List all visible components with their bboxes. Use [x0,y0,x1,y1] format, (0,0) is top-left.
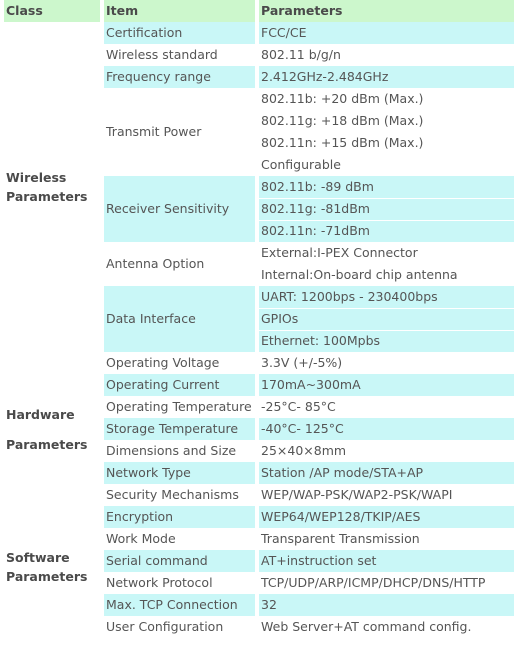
parameter-value: External:I-PEX Connector [261,245,418,260]
item-cell: Data Interface [104,286,255,352]
parameter-value: 32 [259,594,514,616]
item-cell: Certification [104,22,255,44]
parameter-value: Web Server+AT command config. [261,619,472,634]
parameter-value: 802.11n: -71dBm [259,220,514,242]
item-cell: Security Mechanisms [106,487,239,502]
table-header-row: Class Item Parameters [4,0,514,22]
parameter-cell: Station /AP mode/STA+AP [259,462,514,484]
parameter-cell: External:I-PEX Connector Internal:On-boar… [259,242,514,286]
item-cell: Receiver Sensitivity [104,176,255,242]
parameter-cell: Transparent Transmission [259,528,514,550]
parameter-value: Configurable [261,157,341,172]
class-label: Wireless Parameters [4,22,100,352]
parameter-value: TCP/UDP/ARP/ICMP/DHCP/DNS/HTTP [261,575,486,590]
item-cell: Network Type [104,462,255,484]
parameter-cell: 802.11 b/g/n [259,44,514,66]
parameter-value: -25°C- 85°C [261,399,336,414]
item-cell: Dimensions and Size [106,443,237,458]
parameter-cell: FCC/CE [259,22,514,44]
header-parameters: Parameters [259,0,514,22]
parameter-cell: 802.11b: +20 dBm (Max.) 802.11g: +18 dBm … [259,88,514,176]
item-cell: Operating Current [104,374,255,396]
table-body: Wireless Parameters Certification FCC/CE Wi… [4,22,514,638]
item-cell: User Configuration [106,619,224,634]
parameter-cell: WEP/WAP-PSK/WAP2-PSK/WAPI [259,484,514,506]
header-item: Item [104,0,255,22]
item-cell: Wireless standard [106,47,218,62]
table-row: Hardware Parameters Operating Voltage 3.3V… [4,352,514,462]
parameter-value: 3.3V (+/-5%) [261,355,343,370]
parameter-cell: 32 [259,594,514,616]
item-cell: Storage Temperature [104,418,255,440]
item-cell: Encryption [104,506,255,528]
parameter-value: 802.11b: +20 dBm (Max.) [261,91,424,106]
parameter-value: Internal:On-board chip antenna [261,267,458,282]
item-cell: Operating Voltage [106,355,220,370]
item-cell: Work Mode [106,531,176,546]
parameter-cell: 2.412GHz-2.484GHz [259,66,514,88]
parameter-cell: TCP/UDP/ARP/ICMP/DHCP/DNS/HTTP [259,572,514,594]
parameter-value: GPIOs [259,308,514,330]
parameter-cell: UART: 1200bps - 230400bps GPIOs Ethernet: … [259,286,514,352]
item-cell: Transmit Power [106,124,202,139]
parameter-cell: 3.3V (+/-5%) [259,352,514,374]
item-cell: Network Protocol [106,575,213,590]
class-label: Hardware Parameters [4,352,100,462]
parameter-cell: -25°C- 85°C [259,396,514,418]
parameter-cell: WEP64/WEP128/TKIP/AES [259,506,514,528]
parameter-value: 802.11n: +15 dBm (Max.) [261,135,424,150]
parameter-cell: 25×40×8mm [259,440,514,462]
item-cell: Frequency range [104,66,255,88]
class-label: Software Parameters [4,462,100,638]
parameter-value: AT+instruction set [259,550,514,572]
parameter-cell: AT+instruction set [259,550,514,572]
parameter-value: -40°C- 125°C [259,418,514,440]
parameter-value: Station /AP mode/STA+AP [259,462,514,484]
parameter-value: 25×40×8mm [261,443,347,458]
parameter-cell: 802.11b: -89 dBm 802.11g: -81dBm 802.11n: … [259,176,514,242]
parameter-value: UART: 1200bps - 230400bps [259,286,514,308]
item-cell: Max. TCP Connection [104,594,255,616]
parameter-value: 802.11g: +18 dBm (Max.) [261,113,424,128]
parameter-value: 2.412GHz-2.484GHz [259,66,514,88]
item-cell: Serial command [104,550,255,572]
parameter-value: FCC/CE [259,22,514,44]
parameter-value: WEP64/WEP128/TKIP/AES [259,506,514,528]
table-row: Wireless Parameters Certification FCC/CE [4,22,514,352]
parameter-value: Transparent Transmission [261,531,420,546]
parameter-value: 802.11 b/g/n [261,47,341,62]
parameter-value: 802.11b: -89 dBm [259,176,514,198]
table-row: Software Parameters Network Type Station /… [4,462,514,638]
parameter-cell: 170mA~300mA [259,374,514,396]
parameter-value: WEP/WAP-PSK/WAP2-PSK/WAPI [261,487,453,502]
item-cell: Operating Temperature [106,399,252,414]
header-class: Class [4,0,100,22]
parameter-value: 170mA~300mA [259,374,514,396]
parameter-cell: -40°C- 125°C [259,418,514,440]
parameter-value: 802.11g: -81dBm [259,198,514,220]
spec-table: Class Item Parameters Wireless Parameter… [0,0,518,638]
parameter-cell: Web Server+AT command config. [259,616,514,638]
parameter-value: Ethernet: 100Mpbs [259,330,514,352]
item-cell: Antenna Option [106,256,205,271]
